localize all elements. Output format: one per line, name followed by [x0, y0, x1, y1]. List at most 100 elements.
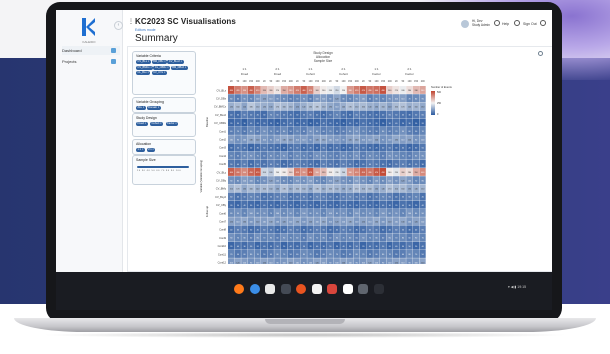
- filter-chip[interactable]: 2:1 ×: [146, 148, 156, 152]
- heatmap-cell-label: 50: [290, 131, 292, 133]
- row-label: CV_BMCx: [214, 105, 227, 109]
- heatmap-cell-label: 90: [263, 180, 265, 182]
- heatmap-cell-label: 110: [296, 262, 299, 264]
- filter-chip[interactable]: Domain ×: [146, 106, 161, 110]
- heatmap-cell-label: 130: [296, 221, 299, 223]
- terminal-icon[interactable]: [280, 284, 291, 294]
- files-icon[interactable]: [265, 284, 275, 294]
- system-tray[interactable]: ▾ ◀ ▮ 19:15: [508, 285, 526, 289]
- help-link[interactable]: Help: [502, 22, 509, 26]
- heatmap-cell-label: 40: [342, 205, 344, 207]
- filter-group[interactable]: Sample Size 20 30 40 50 60 70 80 90 100: [132, 155, 196, 185]
- filter-group[interactable]: Allocation 1:1 × 2:1 ×: [132, 139, 196, 155]
- heatmap-cell-label: 80: [415, 213, 417, 215]
- user-avatar-icon[interactable]: [461, 20, 469, 28]
- filter-chip[interactable]: CV_BLx ×: [136, 60, 151, 64]
- chart-settings-icon[interactable]: [538, 51, 543, 56]
- heatmap-cell-label: 130: [375, 221, 378, 223]
- sample-size-tick: 20: [296, 80, 299, 83]
- heatmap-cell-label: 100: [421, 139, 424, 141]
- heatmap-cell-label: 80: [382, 254, 384, 256]
- heatmap-cell-label: 420: [296, 90, 299, 92]
- filter-chip[interactable]: CL_CBRx ×: [153, 65, 171, 70]
- heatmap-cell-label: 60: [316, 229, 318, 231]
- filter-chip[interactable]: CV_BMCx ×: [136, 65, 154, 70]
- menu-icon[interactable]: ⋮: [128, 18, 134, 25]
- heatmap-cell-label: 80: [243, 156, 245, 158]
- filter-chip[interactable]: CV_BLx2 ×: [167, 60, 184, 64]
- sample-size-tick: 20: [263, 80, 266, 83]
- heatmap-cell-label: 90: [237, 213, 239, 215]
- filter-chip[interactable]: Cohort ×: [150, 122, 164, 126]
- heatmap-cell-label: 90: [395, 180, 397, 182]
- heatmap-cell-label: 150: [421, 188, 424, 190]
- filter-chip[interactable]: Fixed ×: [136, 122, 148, 126]
- heatmap-cell-label: 20: [250, 147, 252, 149]
- sidebar-item-dashboard[interactable]: Dashboard: [62, 46, 120, 55]
- sample-size-slider[interactable]: [137, 166, 189, 168]
- heatmap-cell-label: 40: [257, 115, 259, 117]
- heatmap-cell-label: 90: [263, 213, 265, 215]
- settings-icon[interactable]: [494, 20, 500, 26]
- heatmap-cell-label: 110: [421, 221, 424, 223]
- heatmap-cell-label: 100: [302, 221, 305, 223]
- heatmap-cell-label: 90: [382, 262, 384, 264]
- filter-chip[interactable]: 1:1 ×: [136, 148, 145, 152]
- app-store-icon[interactable]: [327, 284, 337, 294]
- heatmap-cell-label: 140: [342, 106, 345, 108]
- filter-chip[interactable]: BM_DBx ×: [151, 60, 168, 64]
- heatmap-cell-label: 50: [375, 197, 377, 199]
- sign-out-icon[interactable]: [540, 20, 546, 26]
- chrome-icon[interactable]: [249, 284, 260, 294]
- heatmap-cell-label: 20: [402, 123, 404, 125]
- heatmap-cell-label: 90: [356, 156, 358, 158]
- heatmap-cell-label: 160: [368, 188, 371, 190]
- breadcrumb[interactable]: Editors mode: [135, 28, 156, 32]
- sample-size-tick: 200: [289, 80, 294, 83]
- filter-group[interactable]: Variable Criteria CV_BLx × BM_DBx × CV_BLx2…: [132, 51, 196, 95]
- group-allocation-label: 2:1: [341, 67, 346, 71]
- heatmap-cell-label: 80: [316, 131, 318, 133]
- summary-card: Variable Criteria CV_BLx × BM_DBx × CV_BLx2…: [127, 46, 552, 272]
- heatmap-cell-label: 160: [250, 188, 253, 190]
- heatmap-cell-label: 20: [356, 205, 358, 207]
- heatmap-cell-label: 60: [296, 164, 298, 166]
- heatmap-cell-label: 50: [375, 229, 377, 231]
- heatmap-cell-label: 110: [368, 139, 371, 141]
- heatmap-cell-label: 80: [309, 213, 311, 215]
- firefox-icon[interactable]: [234, 284, 244, 294]
- heatmap-cell-label: 60: [309, 98, 311, 100]
- heatmap-cell-label: 50: [349, 164, 351, 166]
- heatmap-cell-label: 110: [316, 221, 319, 223]
- heatmap-cell-label: 110: [269, 262, 272, 264]
- group-design-label: Factor: [405, 72, 414, 76]
- sidebar-item-projects[interactable]: Projects: [62, 57, 120, 66]
- help-icon[interactable]: [514, 20, 520, 26]
- filter-chip[interactable]: BM_DBx2 ×: [170, 65, 188, 70]
- heatmap-cell-label: 80: [415, 98, 417, 100]
- heatmap-cell-label: 400: [243, 172, 246, 174]
- sign-out-link[interactable]: Sign Out: [523, 22, 537, 26]
- writer-icon[interactable]: [342, 284, 353, 294]
- heatmap-cell-label: 40: [362, 229, 364, 231]
- filter-group[interactable]: Variable Grouping ALL × Domain ×: [132, 97, 196, 113]
- heatmap-cell-label: 120: [368, 262, 371, 264]
- filter-chip[interactable]: CV_CVx ×: [151, 71, 167, 75]
- heatmap-cell-label: 150: [362, 188, 365, 190]
- heatmap-cell-label: 170: [316, 188, 319, 190]
- heatmap-cell-label: 40: [309, 197, 311, 199]
- filter-group[interactable]: Study Design Fixed × Cohort × Factor ×: [132, 113, 196, 137]
- filter-chip[interactable]: ALL ×: [136, 106, 146, 110]
- heatmap-cell-label: 90: [395, 213, 397, 215]
- filter-chip[interactable]: CL_BLx ×: [136, 71, 151, 75]
- ubuntu-icon[interactable]: [296, 284, 306, 294]
- calendar-icon[interactable]: [311, 284, 322, 294]
- heatmap-cell-label: 60: [336, 156, 338, 158]
- filter-chip[interactable]: Factor ×: [165, 122, 179, 126]
- screen-icon[interactable]: [358, 284, 368, 294]
- heatmap-cell-label: 100: [355, 221, 358, 223]
- user-name[interactable]: Hi, Dev Study Admin: [472, 19, 490, 27]
- heatmap-cell-label: 150: [415, 106, 418, 108]
- apps-grid-icon[interactable]: [373, 284, 384, 294]
- heatmap-cell-label: 70: [296, 98, 298, 100]
